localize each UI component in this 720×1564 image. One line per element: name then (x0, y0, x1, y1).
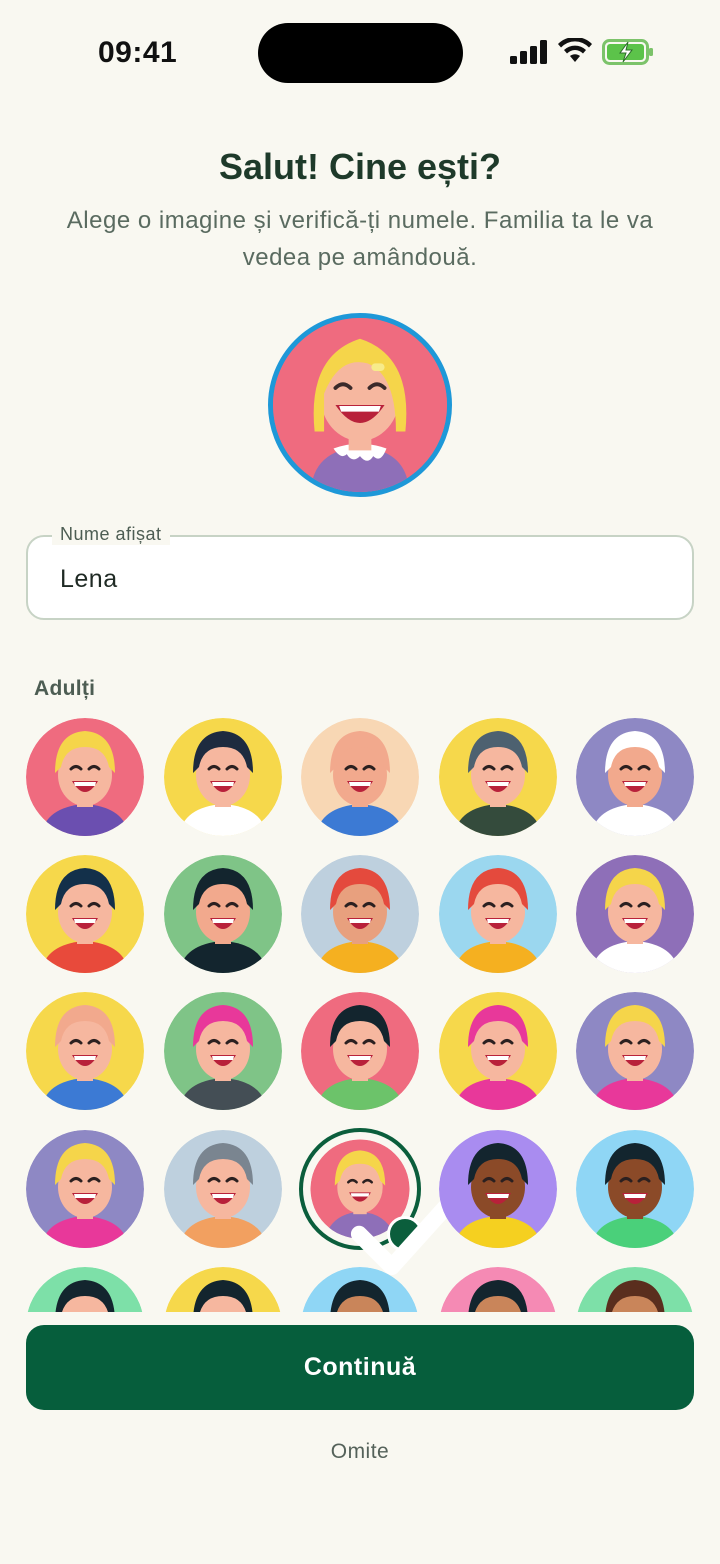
avatar-option[interactable] (576, 718, 694, 836)
avatar-image (164, 992, 282, 1110)
avatar-option[interactable] (301, 1267, 419, 1312)
avatar-image (26, 992, 144, 1110)
avatar-option[interactable] (164, 1130, 282, 1248)
avatar-option[interactable] (576, 1267, 694, 1312)
avatar-image (164, 855, 282, 973)
avatar-image (439, 1130, 557, 1248)
avatar-option[interactable] (439, 1130, 557, 1248)
battery-charging-icon (602, 39, 653, 65)
cellular-signal-icon (510, 40, 547, 64)
avatar-option[interactable] (26, 855, 144, 973)
dynamic-island (258, 23, 463, 83)
page-title: Salut! Cine ești? (218, 146, 502, 187)
avatar-image (439, 992, 557, 1110)
avatar-image (164, 1267, 282, 1312)
avatar-image (576, 718, 694, 836)
display-name-field[interactable]: Nume afișat (26, 524, 694, 620)
avatar-option[interactable] (301, 992, 419, 1110)
avatar-image (301, 855, 419, 973)
avatar-image (439, 855, 557, 973)
avatar-option[interactable] (164, 1267, 282, 1312)
avatar-image (576, 855, 694, 973)
wifi-icon (558, 38, 592, 62)
avatar-option[interactable] (439, 718, 557, 836)
continue-button[interactable]: Continuă (26, 1325, 694, 1410)
avatar-image (301, 1267, 419, 1312)
avatar-option[interactable] (576, 1130, 694, 1248)
avatar-image (576, 992, 694, 1110)
avatar-option[interactable] (439, 855, 557, 973)
status-time: 09:41 (98, 36, 178, 69)
status-bar: 09:41 (0, 0, 720, 100)
avatar-image (439, 718, 557, 836)
avatar-option[interactable] (576, 992, 694, 1110)
avatar-preview-image (273, 318, 447, 492)
avatar-option[interactable] (439, 992, 557, 1110)
avatar-image (576, 1130, 694, 1248)
avatar-option[interactable] (26, 1267, 144, 1312)
avatar-option[interactable] (301, 855, 419, 973)
avatar-image (301, 718, 419, 836)
avatar-image (164, 1130, 282, 1248)
display-name-label: Nume afișat (52, 524, 170, 545)
avatar-option[interactable] (26, 1130, 144, 1248)
avatar-option[interactable] (299, 1128, 460, 1275)
avatar-grid (0, 710, 720, 1312)
avatar-image (26, 1130, 144, 1248)
checkmark-icon (350, 1193, 460, 1275)
avatar-image (26, 1267, 144, 1312)
selected-avatar-preview (268, 313, 452, 497)
display-name-input[interactable] (60, 561, 660, 597)
avatar-option[interactable] (164, 718, 282, 836)
page-subtitle: Alege o imagine și verifică-ți numele. F… (66, 207, 654, 271)
avatar-option[interactable] (164, 992, 282, 1110)
avatar-option[interactable] (26, 992, 144, 1110)
avatar-option[interactable] (26, 718, 144, 836)
avatar-option[interactable] (439, 1267, 557, 1312)
avatar-image (301, 992, 419, 1110)
avatar-option[interactable] (164, 855, 282, 973)
avatar-image (439, 1267, 557, 1312)
skip-button[interactable]: Omite (310, 1440, 410, 1464)
avatar-option[interactable] (576, 855, 694, 973)
avatar-image (26, 855, 144, 973)
avatar-image (576, 1267, 694, 1312)
avatar-image (26, 718, 144, 836)
avatar-option[interactable] (301, 718, 419, 836)
section-title-adults: Adulți (34, 677, 96, 700)
avatar-image (164, 718, 282, 836)
